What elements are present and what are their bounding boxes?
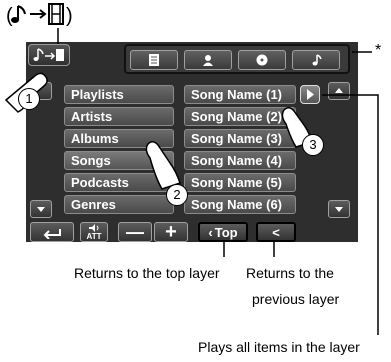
step-1-marker: 1: [18, 88, 40, 110]
tab-bar-asterisk: *: [375, 42, 382, 59]
plays-all-caption: Plays all items in the layer: [198, 339, 360, 355]
returns-top-caption: Returns to the top layer: [74, 265, 220, 281]
returns-previous-caption-line1: Returns to the: [246, 265, 334, 281]
step-3-marker: 3: [302, 134, 324, 156]
returns-previous-caption-line2: previous layer: [252, 291, 340, 307]
step-2-marker: 2: [166, 184, 188, 206]
tap-finger-icon: [145, 141, 181, 190]
